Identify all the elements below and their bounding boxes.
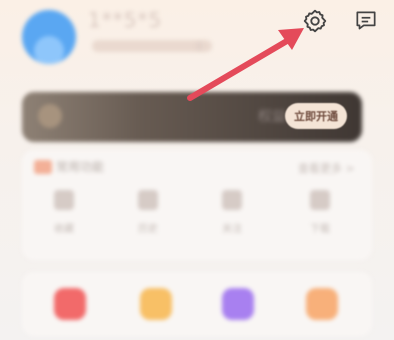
stat-label: 下载 (310, 224, 330, 235)
stat-label: 历史 (138, 224, 158, 235)
section-flag-icon (34, 160, 52, 174)
stat-item[interactable]: 收藏 (34, 190, 94, 235)
feature-card: 常用功能 查看更多 > 收藏 历史 关注 下载 (22, 150, 372, 260)
profile-sub-tail: II (196, 40, 203, 53)
message-icon (356, 11, 376, 30)
section-more-link[interactable]: 查看更多 > (298, 160, 355, 176)
stat-icon (310, 190, 330, 210)
gear-icon (303, 9, 327, 33)
section-title: 常用功能 (56, 160, 105, 174)
vip-icon (38, 104, 62, 128)
shortcut-icon[interactable] (222, 288, 254, 320)
stat-icon (222, 190, 242, 210)
shortcut-icon[interactable] (306, 288, 338, 320)
vip-open-button[interactable]: 立即开通 (285, 103, 347, 129)
vip-text: 权益 (258, 109, 286, 125)
shortcut-icon[interactable] (140, 288, 172, 320)
stat-label: 关注 (222, 224, 242, 235)
profile-avatar[interactable] (22, 10, 76, 64)
stat-item[interactable]: 历史 (118, 190, 178, 235)
shortcut-icon[interactable] (54, 288, 86, 320)
message-button[interactable] (351, 6, 381, 36)
stat-icon (54, 190, 74, 210)
profile-name: 1**5*5 (88, 8, 163, 32)
profile-sub (92, 40, 212, 52)
shortcut-card (22, 272, 372, 336)
stat-icon (138, 190, 158, 210)
settings-button[interactable] (300, 6, 330, 36)
stat-label: 收藏 (54, 224, 74, 235)
stat-item[interactable]: 下载 (290, 190, 350, 235)
stat-item[interactable]: 关注 (202, 190, 262, 235)
